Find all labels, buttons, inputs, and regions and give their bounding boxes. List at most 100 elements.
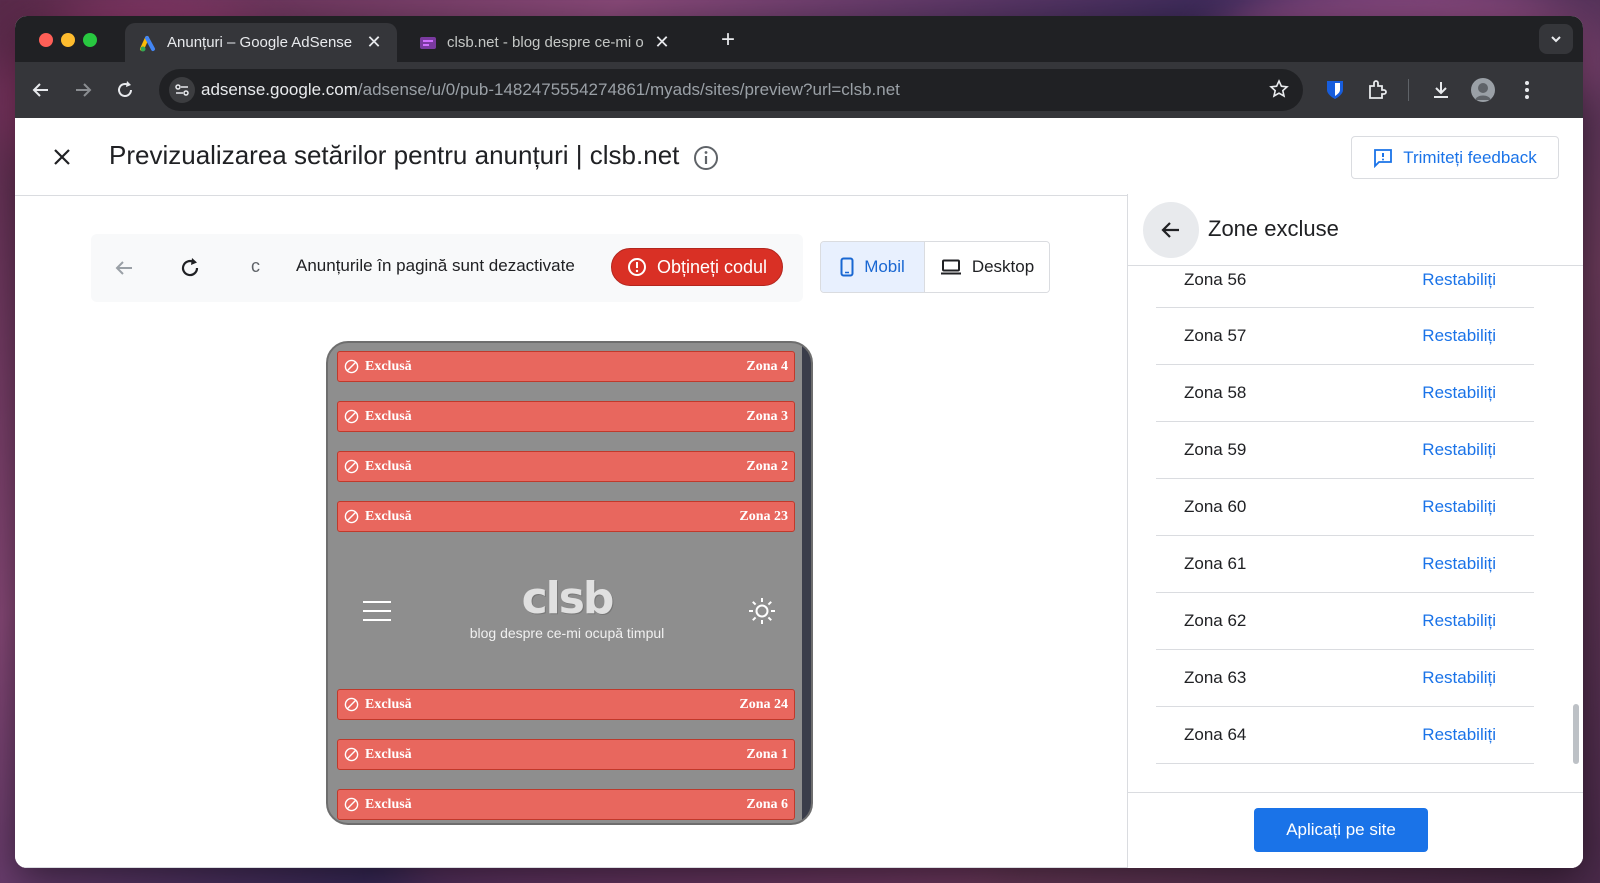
sun-theme-icon[interactable] <box>748 597 776 625</box>
close-window-button[interactable] <box>39 33 53 47</box>
zone-label: Zona 6 <box>746 796 788 812</box>
excluded-label: Exclusă <box>365 696 412 712</box>
send-feedback-button[interactable]: Trimiteți feedback <box>1351 136 1559 179</box>
ban-icon <box>344 359 359 374</box>
list-item: Zona 63 Restabiliți <box>1156 650 1534 707</box>
zone-name: Zona 57 <box>1184 326 1247 345</box>
page-header: Previzualizarea setărilor pentru anunțur… <box>15 118 1583 196</box>
get-code-button[interactable]: Obțineți codul <box>611 248 783 286</box>
panel-back-button[interactable] <box>1143 202 1199 258</box>
device-mobile-button[interactable]: Mobil <box>821 242 925 292</box>
url-path: /adsense/u/0/pub-1482475554274861/myads/… <box>357 80 900 99</box>
close-preview-button[interactable] <box>49 144 75 170</box>
excluded-zone-row[interactable]: Exclusă Zona 4 <box>337 351 795 382</box>
window-controls <box>39 33 97 47</box>
list-item: Zona 61 Restabiliți <box>1156 536 1534 593</box>
preview-reload-icon[interactable] <box>177 255 203 281</box>
preview-toolbar: c Anunțurile în pagină sunt dezactivate … <box>91 234 803 302</box>
restore-link[interactable]: Restabiliți <box>1422 270 1496 290</box>
apply-to-site-button[interactable]: Aplicați pe site <box>1254 808 1428 852</box>
tab-search-button[interactable] <box>1539 24 1573 54</box>
downloads-icon[interactable] <box>1429 78 1453 102</box>
arrow-back-icon <box>1161 222 1179 238</box>
laptop-icon <box>940 259 961 275</box>
restore-link[interactable]: Restabiliți <box>1422 440 1496 460</box>
new-tab-button[interactable]: + <box>715 26 741 54</box>
zone-name: Zona 64 <box>1184 725 1247 744</box>
panel-scrollbar[interactable] <box>1573 704 1579 764</box>
zone-label: Zona 24 <box>739 696 788 712</box>
panel-footer: Aplicați pe site <box>1128 792 1583 868</box>
zone-label: Zona 2 <box>746 458 788 474</box>
list-item: Zona 60 Restabiliți <box>1156 479 1534 536</box>
info-icon[interactable] <box>693 145 719 171</box>
divider <box>15 867 1127 868</box>
page-title: Previzualizarea setărilor pentru anunțur… <box>109 140 680 170</box>
reload-icon[interactable] <box>113 78 137 102</box>
excluded-label: Exclusă <box>365 508 412 524</box>
url-host: adsense.google.com <box>201 80 358 99</box>
excluded-label: Exclusă <box>365 358 412 374</box>
bookmark-star-icon[interactable] <box>1269 79 1289 104</box>
panel-title: Zone excluse <box>1208 216 1339 241</box>
zone-label: Zona 23 <box>739 508 788 524</box>
list-item: Zona 56 Restabiliți <box>1156 252 1534 308</box>
restore-link[interactable]: Restabiliți <box>1422 611 1496 631</box>
feedback-icon <box>1374 148 1393 168</box>
excluded-label: Exclusă <box>365 796 412 812</box>
close-tab-icon[interactable]: ✕ <box>365 32 383 53</box>
zone-label: Zona 3 <box>746 408 788 424</box>
smartphone-icon <box>840 257 854 277</box>
zone-label: Zona 1 <box>746 746 788 762</box>
zone-name: Zona 58 <box>1184 383 1247 402</box>
zone-label: Zona 4 <box>746 358 788 374</box>
minimize-window-button[interactable] <box>61 33 75 47</box>
address-bar[interactable]: adsense.google.com/adsense/u/0/pub-14824… <box>159 69 1303 111</box>
zone-name: Zona 62 <box>1184 611 1247 630</box>
preview-back-icon[interactable] <box>111 255 137 281</box>
ban-icon <box>344 509 359 524</box>
site-tagline: blog despre ce-mi ocupă timpul <box>469 625 665 641</box>
restore-link[interactable]: Restabiliți <box>1422 554 1496 574</box>
device-mobile-label: Mobil <box>864 257 905 276</box>
device-desktop-button[interactable]: Desktop <box>925 242 1049 292</box>
extensions-icon[interactable] <box>1365 78 1389 102</box>
tab-clsb[interactable]: clsb.net - blog despre ce-mi o ✕ <box>405 23 685 62</box>
site-info-icon[interactable] <box>169 77 195 103</box>
tab-strip: Anunțuri – Google AdSense ✕ clsb.net - b… <box>15 16 1583 62</box>
profile-avatar[interactable] <box>1471 78 1495 102</box>
tab-title: Anunțuri – Google AdSense <box>167 34 353 51</box>
excluded-zone-row[interactable]: Exclusă Zona 24 <box>337 689 795 720</box>
bitwarden-icon[interactable] <box>1323 78 1347 102</box>
restore-link[interactable]: Restabiliți <box>1422 383 1496 403</box>
browser-toolbar: adsense.google.com/adsense/u/0/pub-14824… <box>15 62 1583 118</box>
restore-link[interactable]: Restabiliți <box>1422 668 1496 688</box>
excluded-label: Exclusă <box>365 458 412 474</box>
error-icon <box>627 258 646 276</box>
excluded-zone-row[interactable]: Exclusă Zona 6 <box>337 789 795 820</box>
list-item: Zona 64 Restabiliți <box>1156 707 1534 764</box>
zone-name: Zona 63 <box>1184 668 1247 687</box>
maximize-window-button[interactable] <box>83 33 97 47</box>
zone-name: Zona 61 <box>1184 554 1247 573</box>
excluded-zone-row[interactable]: Exclusă Zona 23 <box>337 501 795 532</box>
restore-link[interactable]: Restabiliți <box>1422 725 1496 745</box>
restore-link[interactable]: Restabiliți <box>1422 326 1496 346</box>
preview-url-fragment[interactable]: c <box>251 256 260 277</box>
close-tab-icon[interactable]: ✕ <box>653 32 671 53</box>
excluded-zone-row[interactable]: Exclusă Zona 1 <box>337 739 795 770</box>
back-icon[interactable] <box>29 78 53 102</box>
tab-adsense[interactable]: Anunțuri – Google AdSense ✕ <box>125 23 397 62</box>
ads-status-text: Anunțurile în pagină sunt dezactivate <box>296 256 575 275</box>
excluded-zone-row[interactable]: Exclusă Zona 3 <box>337 401 795 432</box>
zone-name: Zona 56 <box>1184 270 1247 289</box>
chevron-down-icon <box>1551 36 1561 43</box>
clsb-favicon-icon <box>419 34 437 52</box>
menu-kebab-icon[interactable] <box>1515 78 1539 102</box>
site-logo[interactable]: clsb <box>328 573 806 624</box>
preview-area: c Anunțurile în pagină sunt dezactivate … <box>15 196 1127 868</box>
forward-icon[interactable] <box>71 78 95 102</box>
restore-link[interactable]: Restabiliți <box>1422 497 1496 517</box>
excluded-zone-row[interactable]: Exclusă Zona 2 <box>337 451 795 482</box>
zone-name: Zona 59 <box>1184 440 1247 459</box>
